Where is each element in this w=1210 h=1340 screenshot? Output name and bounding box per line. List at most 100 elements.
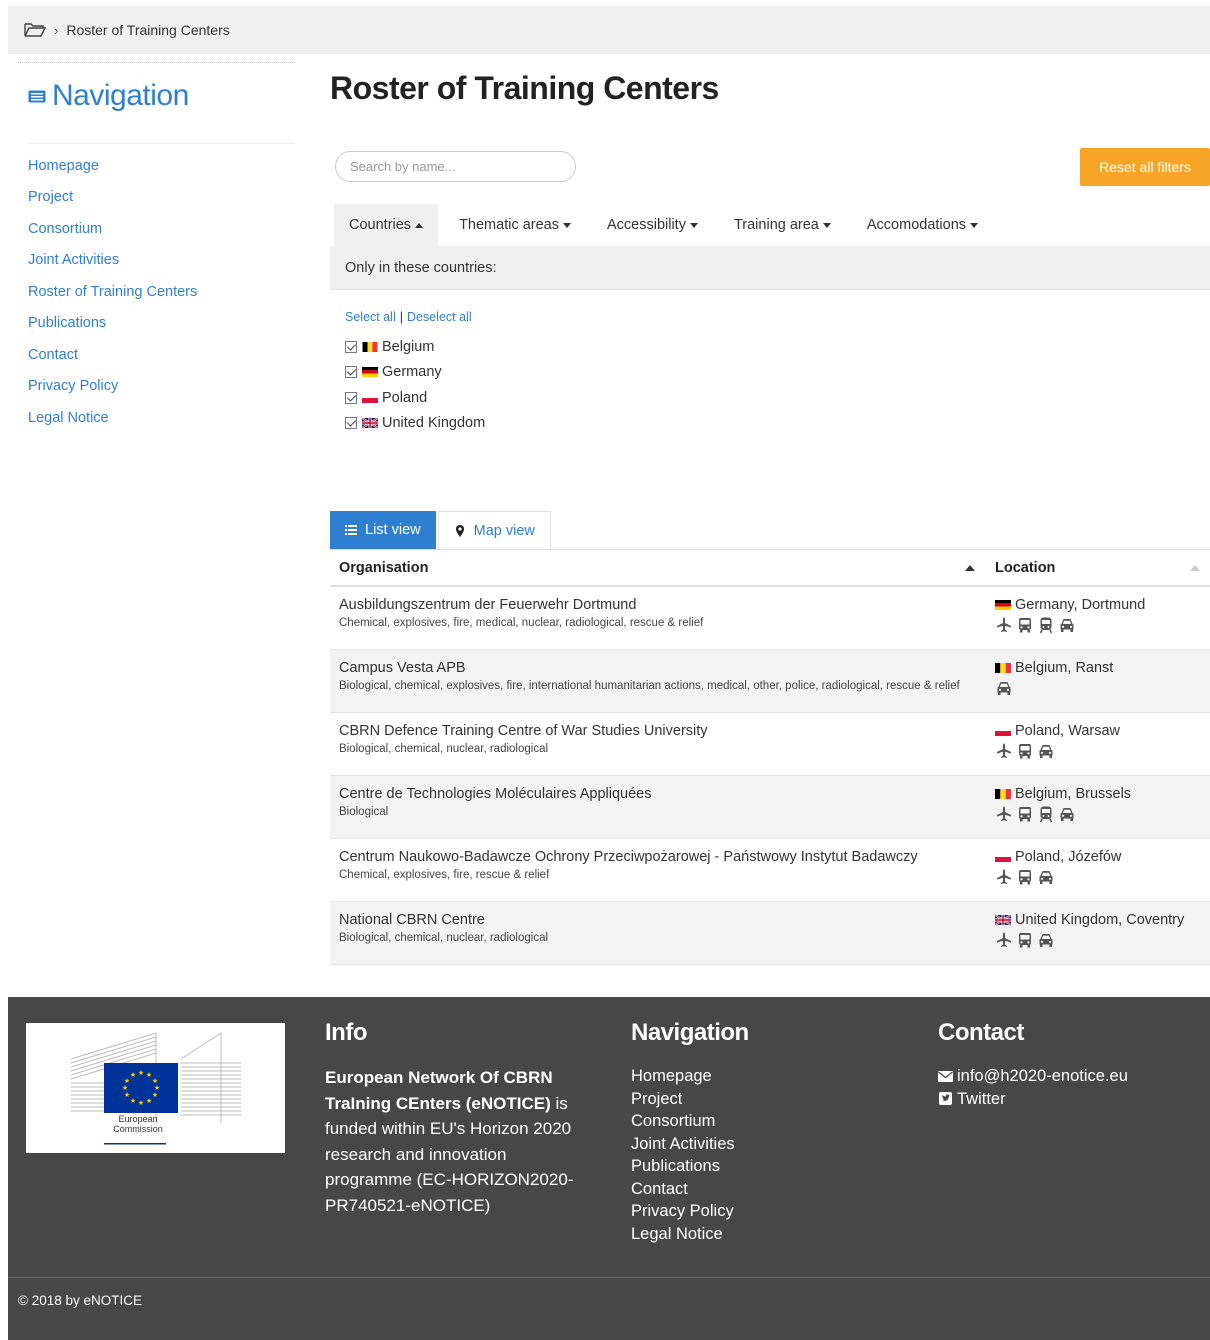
footer-info-bold: European Network Of CBRN TraIning CEnter… bbox=[325, 1068, 553, 1113]
tab-label: List view bbox=[365, 522, 421, 538]
deselect-all-link[interactable]: Deselect all bbox=[407, 310, 472, 324]
footer-nav-link[interactable]: Legal Notice bbox=[631, 1223, 749, 1246]
country-option-belgium[interactable]: Belgium bbox=[345, 334, 485, 360]
table-row[interactable]: Campus Vesta APB Biological, chemical, ex… bbox=[330, 650, 1210, 713]
tab-list-view[interactable]: List view bbox=[330, 511, 436, 549]
column-header-organisation[interactable]: Organisation bbox=[330, 560, 987, 576]
country-option-poland[interactable]: Poland bbox=[345, 385, 485, 411]
train-icon bbox=[1037, 616, 1055, 637]
table-header: Organisation Location bbox=[330, 549, 1210, 587]
organisation-name[interactable]: Centre de Technologies Moléculaires Appl… bbox=[339, 786, 987, 802]
sidebar-link[interactable]: Publications bbox=[28, 315, 106, 331]
checkbox[interactable] bbox=[345, 391, 357, 404]
sidebar-item-roster[interactable]: Roster of Training Centers bbox=[28, 276, 295, 308]
organisation-name[interactable]: Centrum Naukowo-Badawcze Ochrony Przeciw… bbox=[339, 849, 987, 865]
footer-info-title: Info bbox=[325, 1019, 367, 1046]
location-text: Germany, Dortmund bbox=[1015, 597, 1146, 613]
svg-text:★: ★ bbox=[138, 1069, 144, 1077]
organisation-name[interactable]: Campus Vesta APB bbox=[339, 660, 987, 676]
reset-filters-button[interactable]: Reset all filters bbox=[1080, 148, 1210, 186]
twitter-link[interactable]: Twitter bbox=[938, 1088, 1128, 1111]
table-row[interactable]: Centre de Technologies Moléculaires Appl… bbox=[330, 776, 1210, 839]
sidebar-item-project[interactable]: Project bbox=[28, 182, 295, 214]
checkbox[interactable] bbox=[345, 417, 357, 430]
sidebar-link[interactable]: Roster of Training Centers bbox=[28, 284, 197, 300]
sidebar-item-publications[interactable]: Publications bbox=[28, 308, 295, 340]
tab-label: Accomodations bbox=[866, 217, 967, 233]
tab-label: Training area bbox=[733, 217, 819, 233]
select-links: Select all | Deselect all bbox=[345, 310, 472, 324]
tab-countries[interactable]: Countries bbox=[334, 204, 439, 246]
sort-asc-icon bbox=[965, 564, 975, 571]
footer-nav-link[interactable]: Project bbox=[631, 1088, 749, 1111]
footer-nav-link[interactable]: Joint Activities bbox=[631, 1133, 749, 1156]
organisation-name[interactable]: National CBRN Centre bbox=[339, 912, 987, 928]
organisation-name[interactable]: CBRN Defence Training Centre of War Stud… bbox=[339, 723, 987, 739]
sidebar-item-consortium[interactable]: Consortium bbox=[28, 213, 295, 245]
email-text: info@h2020-enotice.eu bbox=[957, 1067, 1128, 1085]
sidebar-link[interactable]: Joint Activities bbox=[28, 252, 119, 268]
tab-accomodations[interactable]: Accomodations bbox=[852, 204, 993, 246]
footer-nav-link[interactable]: Homepage bbox=[631, 1065, 749, 1088]
footer-contact-list: info@h2020-enotice.eu Twitter bbox=[938, 1065, 1128, 1110]
column-header-location[interactable]: Location bbox=[987, 560, 1210, 576]
table-row[interactable]: Ausbildungszentrum der Feuerwehr Dortmun… bbox=[330, 587, 1210, 650]
country-list: Belgium Germany Poland United Kingdom bbox=[345, 334, 485, 436]
footer-nav-list: Homepage Project Consortium Joint Activi… bbox=[631, 1065, 749, 1245]
sidebar-link[interactable]: Contact bbox=[28, 347, 78, 363]
sidebar-item-joint-activities[interactable]: Joint Activities bbox=[28, 245, 295, 277]
sidebar-link[interactable]: Privacy Policy bbox=[28, 378, 118, 394]
footer-nav-link[interactable]: Consortium bbox=[631, 1110, 749, 1133]
accessibility-icons bbox=[995, 805, 1210, 826]
country-option-united-kingdom[interactable]: United Kingdom bbox=[345, 411, 485, 437]
tab-thematic-areas[interactable]: Thematic areas bbox=[444, 204, 586, 246]
divider bbox=[28, 143, 294, 144]
footer-nav-link[interactable]: Contact bbox=[631, 1178, 749, 1201]
email-link[interactable]: info@h2020-enotice.eu bbox=[938, 1065, 1128, 1088]
country-option-germany[interactable]: Germany bbox=[345, 360, 485, 386]
sidebar-item-legal-notice[interactable]: Legal Notice bbox=[28, 402, 295, 434]
country-name: United Kingdom bbox=[382, 415, 486, 432]
caret-down-icon bbox=[689, 222, 698, 228]
location: Poland, Warsaw bbox=[995, 723, 1210, 739]
location-cell: Belgium, Ranst bbox=[987, 650, 1210, 712]
country-name: Poland bbox=[382, 389, 428, 406]
sidebar-link[interactable]: Consortium bbox=[28, 221, 102, 237]
table-row[interactable]: National CBRN Centre Biological, chemical… bbox=[330, 902, 1210, 965]
table-body: Ausbildungszentrum der Feuerwehr Dortmun… bbox=[330, 587, 1210, 965]
tab-training-area[interactable]: Training area bbox=[719, 204, 846, 246]
table-row[interactable]: Centrum Naukowo-Badawcze Ochrony Przeciw… bbox=[330, 839, 1210, 902]
search-input[interactable] bbox=[335, 151, 576, 182]
sort-asc-icon bbox=[1190, 564, 1200, 571]
footer-nav-link[interactable]: Privacy Policy bbox=[631, 1200, 749, 1223]
folder-open-icon[interactable] bbox=[24, 22, 46, 38]
car-icon bbox=[1058, 616, 1076, 637]
sidebar-link[interactable]: Homepage bbox=[28, 158, 99, 174]
footer-nav-link[interactable]: Publications bbox=[631, 1155, 749, 1178]
svg-text:★: ★ bbox=[124, 1091, 130, 1099]
sidebar-link[interactable]: Legal Notice bbox=[28, 410, 109, 426]
bus-icon bbox=[1016, 868, 1034, 889]
location-cell: Poland, Józefów bbox=[987, 839, 1210, 901]
footer-contact: Contact info@h2020-enotice.eu Twitter bbox=[938, 1019, 1128, 1110]
sidebar-item-contact[interactable]: Contact bbox=[28, 339, 295, 371]
sidebar-link[interactable]: Project bbox=[28, 189, 73, 205]
table-row[interactable]: CBRN Defence Training Centre of War Stud… bbox=[330, 713, 1210, 776]
poland-flag-icon bbox=[995, 726, 1011, 736]
organisation-name[interactable]: Ausbildungszentrum der Feuerwehr Dortmun… bbox=[339, 597, 987, 613]
sidebar-item-homepage[interactable]: Homepage bbox=[28, 150, 295, 182]
map-marker-icon bbox=[455, 524, 464, 537]
european-commission-logo[interactable]: ★ ★ ★ ★ ★ ★ ★ ★ ★ ★ ★ ★ European Commission bbox=[26, 1023, 285, 1153]
training-centers-table: Organisation Location Ausbildungszentrum… bbox=[330, 549, 1210, 965]
accessibility-icons bbox=[995, 931, 1210, 952]
tab-map-view[interactable]: Map view bbox=[437, 511, 551, 549]
sidebar-item-privacy-policy[interactable]: Privacy Policy bbox=[28, 371, 295, 403]
filter-tabs: Countries Thematic areas Accessibility T… bbox=[334, 204, 999, 246]
tab-accessibility[interactable]: Accessibility bbox=[592, 204, 713, 246]
tab-label: Thematic areas bbox=[459, 217, 559, 233]
checkbox[interactable] bbox=[345, 366, 357, 379]
envelope-icon bbox=[938, 1070, 953, 1082]
checkbox[interactable] bbox=[345, 340, 357, 353]
country-name: Belgium bbox=[382, 338, 435, 355]
select-all-link[interactable]: Select all bbox=[345, 310, 396, 324]
